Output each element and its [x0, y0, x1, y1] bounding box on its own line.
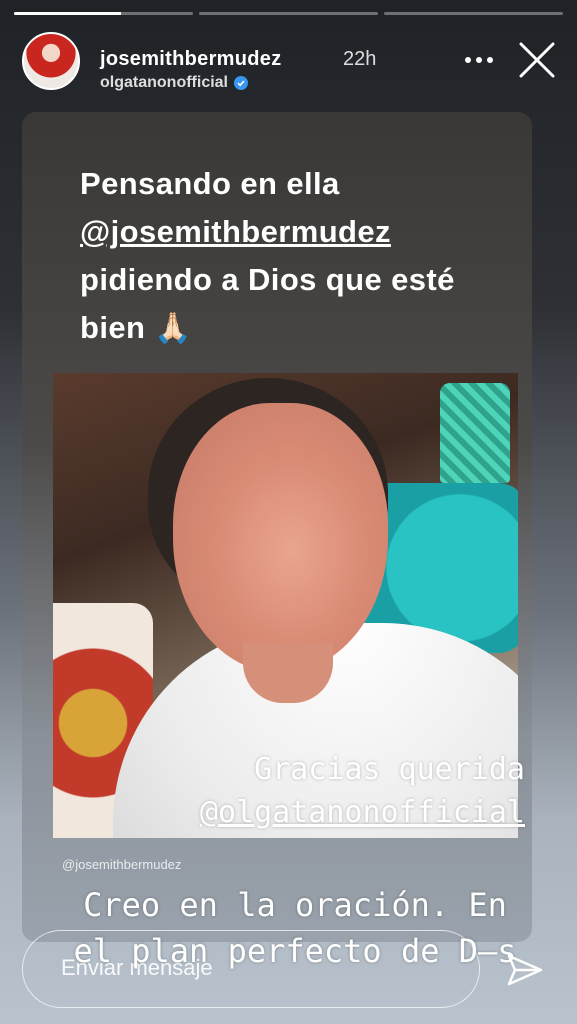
send-icon[interactable] [503, 948, 547, 992]
progress-segment [14, 12, 193, 15]
story-text: Pensando en ella @josemithbermudez pidie… [80, 160, 530, 353]
reshared-username[interactable]: olgatanonofficial [100, 74, 228, 92]
story-timestamp: 22h [343, 48, 377, 70]
close-icon[interactable] [517, 40, 557, 80]
progress-segment [384, 12, 563, 15]
praying-hands-emoji: 🙏🏻 [154, 312, 193, 345]
story-username[interactable]: josemithbermudez [100, 48, 282, 71]
story-progress-bar [14, 12, 563, 15]
verified-badge-icon [234, 76, 248, 90]
more-options-icon[interactable] [459, 46, 499, 74]
story-header: josemithbermudez 22h olgatanonofficial [20, 30, 557, 100]
photo-caption: Gracias querida [254, 752, 525, 787]
avatar[interactable] [22, 32, 80, 90]
reshared-from-user[interactable]: olgatanonofficial [100, 74, 248, 92]
story-text-line: Pensando en ella [80, 166, 340, 201]
overlay-text-line: Creo en la oración. En [83, 886, 507, 924]
progress-segment [199, 12, 378, 15]
original-poster-credit[interactable]: @josemithbermudez [62, 857, 181, 872]
story-text-line: pidiendo a Dios que esté [80, 262, 455, 297]
mention-link[interactable]: @josemithbermudez [80, 214, 391, 249]
photo-caption-mention[interactable]: @olgatanonofficial [200, 795, 525, 830]
story-text-line: bien [80, 310, 146, 345]
overlay-text-line: el plan perfecto de D—s [73, 932, 517, 970]
